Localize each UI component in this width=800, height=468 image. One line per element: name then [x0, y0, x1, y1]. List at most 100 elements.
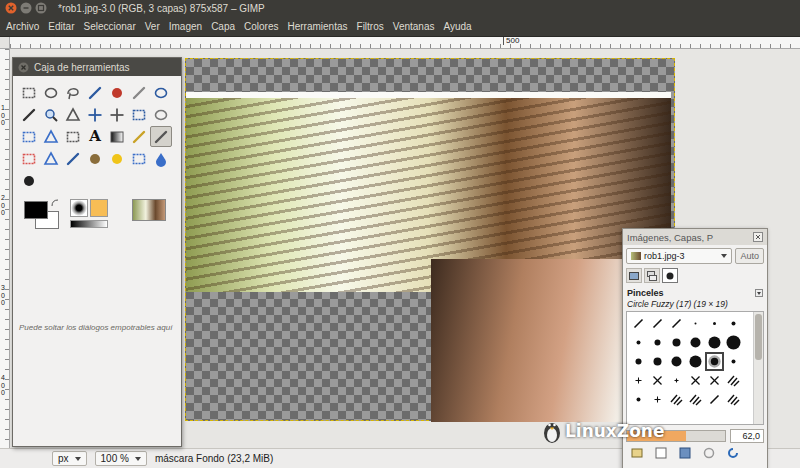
swap-colors-icon[interactable]: [51, 199, 59, 207]
brush-item[interactable]: [629, 314, 648, 333]
brush-item[interactable]: [686, 371, 705, 390]
gradient-preview[interactable]: [70, 220, 108, 228]
menu-item[interactable]: Filtros: [357, 21, 384, 32]
ruler-corner[interactable]: [0, 37, 10, 49]
brush-item[interactable]: [667, 371, 686, 390]
zoom-dropdown[interactable]: 100 %: [95, 451, 147, 466]
tool-button[interactable]: [106, 126, 128, 147]
tool-button[interactable]: [18, 104, 40, 125]
close-icon[interactable]: [5, 2, 17, 14]
tool-button[interactable]: [150, 104, 172, 125]
brush-item[interactable]: [724, 333, 743, 352]
tool-button[interactable]: [40, 82, 62, 103]
brush-item[interactable]: [648, 314, 667, 333]
tool-button[interactable]: [128, 148, 150, 169]
brush-item[interactable]: [629, 352, 648, 371]
brush-item[interactable]: [724, 352, 743, 371]
tool-button[interactable]: [18, 126, 40, 147]
brush-item[interactable]: [705, 352, 724, 371]
brush-item[interactable]: [648, 390, 667, 409]
tool-button[interactable]: [40, 148, 62, 169]
tool-button[interactable]: [40, 104, 62, 125]
brush-item[interactable]: [705, 333, 724, 352]
menu-item[interactable]: Ver: [145, 21, 160, 32]
foreground-color-swatch[interactable]: [24, 201, 48, 219]
brush-item[interactable]: [629, 371, 648, 390]
delete-brush-icon[interactable]: [703, 447, 715, 459]
tool-button[interactable]: [84, 104, 106, 125]
tool-button[interactable]: [106, 104, 128, 125]
brush-item[interactable]: [648, 352, 667, 371]
auto-button[interactable]: Auto: [735, 248, 764, 264]
tool-button[interactable]: [40, 126, 62, 147]
close-icon[interactable]: [753, 232, 763, 242]
tool-button[interactable]: [84, 148, 106, 169]
brush-item[interactable]: [629, 390, 648, 409]
active-image-thumbnail[interactable]: [132, 199, 166, 221]
pattern-preview[interactable]: [90, 199, 108, 217]
brush-item[interactable]: [705, 314, 724, 333]
menu-item[interactable]: Editar: [48, 21, 74, 32]
refresh-icon[interactable]: [727, 447, 739, 459]
brush-item[interactable]: [667, 314, 686, 333]
menu-item[interactable]: Ayuda: [443, 21, 471, 32]
tool-button[interactable]: [84, 82, 106, 103]
brush-item[interactable]: [724, 371, 743, 390]
brush-item[interactable]: [648, 371, 667, 390]
dock-tab[interactable]: [644, 268, 660, 283]
unit-dropdown[interactable]: px: [52, 451, 87, 466]
tool-button[interactable]: [62, 126, 84, 147]
maximize-icon[interactable]: [35, 2, 47, 14]
new-brush-icon[interactable]: [655, 447, 667, 459]
spacing-slider[interactable]: [626, 430, 726, 442]
tool-button[interactable]: [18, 82, 40, 103]
tab-menu-icon[interactable]: [755, 289, 763, 297]
brush-item[interactable]: [724, 390, 743, 409]
tool-button[interactable]: [128, 126, 150, 147]
menu-item[interactable]: Ventanas: [393, 21, 435, 32]
brush-item[interactable]: [686, 314, 705, 333]
close-icon[interactable]: [18, 62, 29, 73]
brush-item[interactable]: [705, 390, 724, 409]
tool-button[interactable]: [128, 104, 150, 125]
brush-item[interactable]: [648, 333, 667, 352]
tool-button[interactable]: [62, 104, 84, 125]
scrollbar[interactable]: [753, 312, 763, 424]
menu-item[interactable]: Imagen: [169, 21, 202, 32]
menu-item[interactable]: Archivo: [6, 21, 39, 32]
brush-preview[interactable]: [70, 199, 88, 217]
tool-button[interactable]: [62, 148, 84, 169]
tool-button[interactable]: [128, 82, 150, 103]
toolbox-title-bar[interactable]: Caja de herramientas: [13, 58, 181, 76]
minimize-icon[interactable]: [20, 2, 32, 14]
dock-title-bar[interactable]: Imágenes, Capas, P: [623, 229, 767, 245]
tool-button[interactable]: [62, 82, 84, 103]
tool-button[interactable]: [18, 170, 40, 191]
tool-button[interactable]: A: [84, 126, 106, 147]
image-layer[interactable]: [185, 58, 675, 421]
dock-tab[interactable]: [626, 268, 642, 283]
tool-button[interactable]: [18, 148, 40, 169]
dock-window[interactable]: Imágenes, Capas, Prob1.jpg-3AutoPinceles…: [622, 228, 768, 468]
image-dropdown[interactable]: rob1.jpg-3: [626, 248, 732, 264]
tool-button[interactable]: [150, 148, 172, 169]
tool-button[interactable]: [150, 126, 172, 147]
brush-item[interactable]: [667, 333, 686, 352]
brush-item[interactable]: [667, 390, 686, 409]
brush-item[interactable]: [667, 352, 686, 371]
tool-button[interactable]: [106, 82, 128, 103]
brush-item[interactable]: [705, 371, 724, 390]
toolbox-window[interactable]: Caja de herramientasAPuede soltar los di…: [12, 57, 182, 447]
brush-item[interactable]: [686, 390, 705, 409]
menu-item[interactable]: Herramientas: [288, 21, 348, 32]
tool-button[interactable]: [150, 82, 172, 103]
brush-item[interactable]: [724, 314, 743, 333]
edit-brush-icon[interactable]: [631, 447, 643, 459]
dock-tab[interactable]: [662, 268, 678, 283]
brush-item[interactable]: [629, 333, 648, 352]
duplicate-brush-icon[interactable]: [679, 447, 691, 459]
spacing-value[interactable]: 62,0: [730, 429, 764, 443]
menu-item[interactable]: Colores: [244, 21, 278, 32]
tool-button[interactable]: [106, 148, 128, 169]
brush-item[interactable]: [686, 352, 705, 371]
